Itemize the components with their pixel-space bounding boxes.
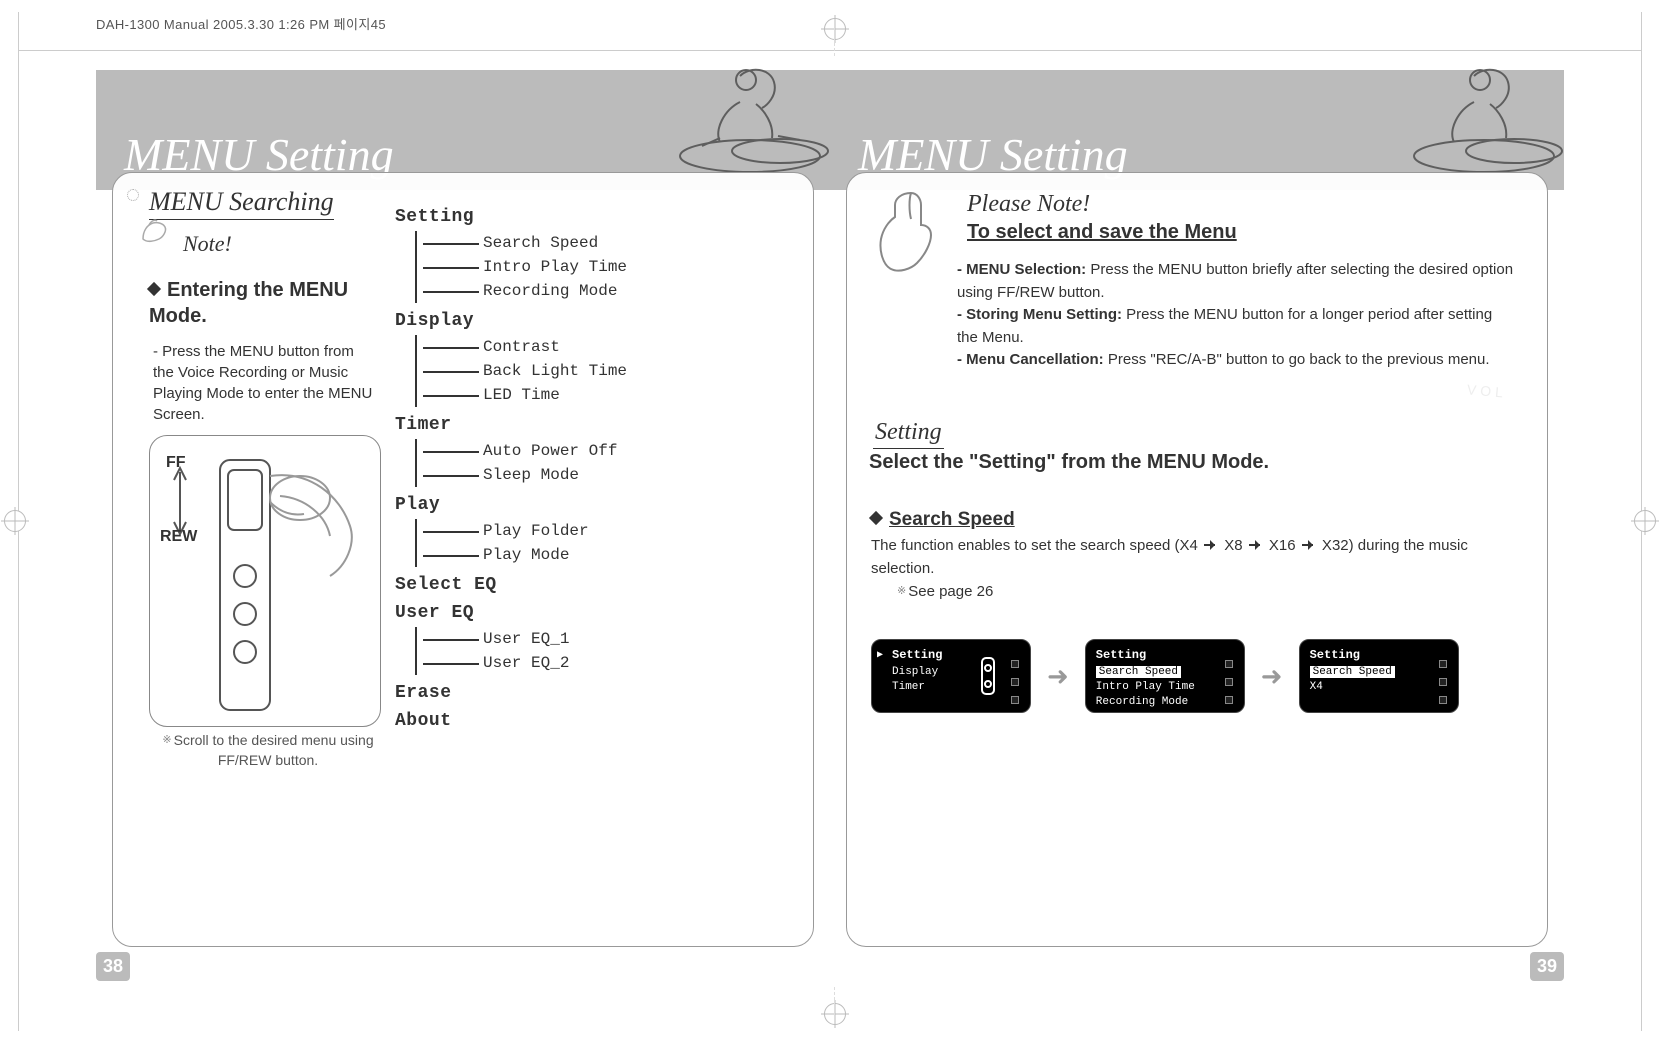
cursor-icon: ▶	[877, 649, 883, 661]
see-page-ref: ※See page 26	[897, 583, 993, 600]
tree-group: Display ContrastBack Light TimeLED Time	[395, 311, 803, 407]
note-bullet: - Storing Menu Setting: Press the MENU b…	[957, 304, 1517, 349]
tree-item: Intro Play Time	[423, 255, 803, 279]
tree-group: About	[395, 711, 803, 731]
tree-group: Select EQ	[395, 575, 803, 595]
tree-branches: Search SpeedIntro Play TimeRecording Mod…	[415, 231, 803, 303]
registration-mark-icon	[824, 1003, 846, 1025]
note-hand-icon	[135, 209, 175, 249]
tree-item: LED Time	[423, 383, 803, 407]
tree-group-title: Display	[395, 311, 803, 331]
scroll-indicator-icon	[1222, 660, 1236, 704]
vol-ghost-label: VOL	[1466, 381, 1507, 400]
search-speed-body: The function enables to set the search s…	[871, 535, 1517, 580]
arrow-icon: ➜	[1261, 661, 1283, 692]
tree-group-title: Select EQ	[395, 575, 803, 595]
document-canvas: DAH-1300 Manual 2005.3.30 1:26 PM 페이지45 …	[0, 0, 1660, 1043]
note-bullet-icon	[127, 189, 139, 201]
tree-group-title: Timer	[395, 415, 803, 435]
arrow-icon	[1249, 541, 1263, 549]
page-right: MENU Setting Please Note! To select and …	[830, 56, 1564, 987]
please-note-heading: Please Note!	[967, 191, 1090, 218]
tree-group: Erase	[395, 683, 803, 703]
tree-item: Sleep Mode	[423, 463, 803, 487]
registration-mark-icon	[824, 18, 846, 40]
diamond-icon	[147, 282, 161, 296]
lcd-screen-1: ▶ Setting Display Timer	[871, 639, 1031, 713]
tree-branches: ContrastBack Light TimeLED Time	[415, 335, 803, 407]
page-left: MENU Setting MENU Searching Note! Enteri…	[96, 56, 830, 987]
entering-menu-heading: Entering the MENU Mode.	[149, 277, 379, 329]
tree-group-title: About	[395, 711, 803, 731]
entering-menu-body: - Press the MENU button from the Voice R…	[153, 341, 373, 425]
tree-item: Recording Mode	[423, 279, 803, 303]
setting-heading: Setting	[873, 419, 944, 449]
to-select-heading: To select and save the Menu	[967, 221, 1237, 244]
tree-item: Play Mode	[423, 543, 803, 567]
asterisk-icon: ※	[897, 585, 904, 597]
tree-group: Play Play FolderPlay Mode	[395, 495, 803, 567]
tree-group: Timer Auto Power OffSleep Mode	[395, 415, 803, 487]
tree-group: Setting Search SpeedIntro Play TimeRecord…	[395, 207, 803, 303]
tree-branches: Auto Power OffSleep Mode	[415, 439, 803, 487]
page-number: 38	[96, 952, 130, 981]
tree-item: Contrast	[423, 335, 803, 359]
pointing-hand-icon	[871, 183, 951, 283]
page-spread: MENU Setting MENU Searching Note! Enteri…	[96, 56, 1564, 987]
setting-instruction: Select the "Setting" from the MENU Mode.	[869, 451, 1269, 474]
note-label: Note!	[183, 231, 232, 257]
rew-label: REW	[160, 528, 197, 546]
scroll-indicator-icon	[1008, 660, 1022, 704]
tree-group-title: Setting	[395, 207, 803, 227]
content-frame: Please Note! To select and save the Menu…	[846, 172, 1548, 947]
note-bullet: - Menu Cancellation: Press "REC/A-B" but…	[957, 349, 1517, 372]
diamond-icon	[869, 511, 883, 525]
tree-item: Back Light Time	[423, 359, 803, 383]
page-number: 39	[1530, 952, 1564, 981]
note-bullet: - MENU Selection: Press the MENU button …	[957, 259, 1517, 304]
tree-branches: User EQ_1User EQ_2	[415, 627, 803, 675]
arrow-icon	[1204, 541, 1218, 549]
menu-tree: Setting Search SpeedIntro Play TimeRecord…	[395, 199, 803, 926]
arrow-icon: ➜	[1047, 661, 1069, 692]
scroll-indicator-icon	[1436, 660, 1450, 704]
screen-sequence: ▶ Setting Display Timer ➜ Setting Search…	[871, 621, 1523, 731]
subsection-heading: MENU Searching	[149, 187, 334, 220]
registration-mark-icon	[4, 510, 26, 532]
note-bullets: - MENU Selection: Press the MENU button …	[957, 259, 1517, 372]
scroll-note: ※Scroll to the desired menu using FF/REW…	[153, 731, 383, 770]
registration-mark-icon	[1634, 510, 1656, 532]
tree-group-title: User EQ	[395, 603, 803, 623]
device-glyph-icon	[974, 654, 1002, 698]
search-speed-heading: Search Speed	[871, 509, 1015, 531]
tree-item: User EQ_2	[423, 651, 803, 675]
device-drawing-icon	[150, 436, 380, 726]
document-meta-header: DAH-1300 Manual 2005.3.30 1:26 PM 페이지45	[96, 14, 386, 33]
tree-group: User EQ User EQ_1User EQ_2	[395, 603, 803, 675]
arrow-icon	[1302, 541, 1316, 549]
asterisk-icon: ※	[162, 734, 169, 746]
device-figure: FF REW	[149, 435, 381, 727]
lcd-screen-3: Setting Search Speed X4	[1299, 639, 1459, 713]
tree-group-title: Erase	[395, 683, 803, 703]
tree-item: Play Folder	[423, 519, 803, 543]
tree-item: User EQ_1	[423, 627, 803, 651]
tree-item: Search Speed	[423, 231, 803, 255]
tree-item: Auto Power Off	[423, 439, 803, 463]
tree-branches: Play FolderPlay Mode	[415, 519, 803, 567]
content-frame: MENU Searching Note! Entering the MENU M…	[112, 172, 814, 947]
lcd-screen-2: Setting Search Speed Intro Play Time Rec…	[1085, 639, 1245, 713]
tree-group-title: Play	[395, 495, 803, 515]
ff-label: FF	[166, 454, 186, 472]
